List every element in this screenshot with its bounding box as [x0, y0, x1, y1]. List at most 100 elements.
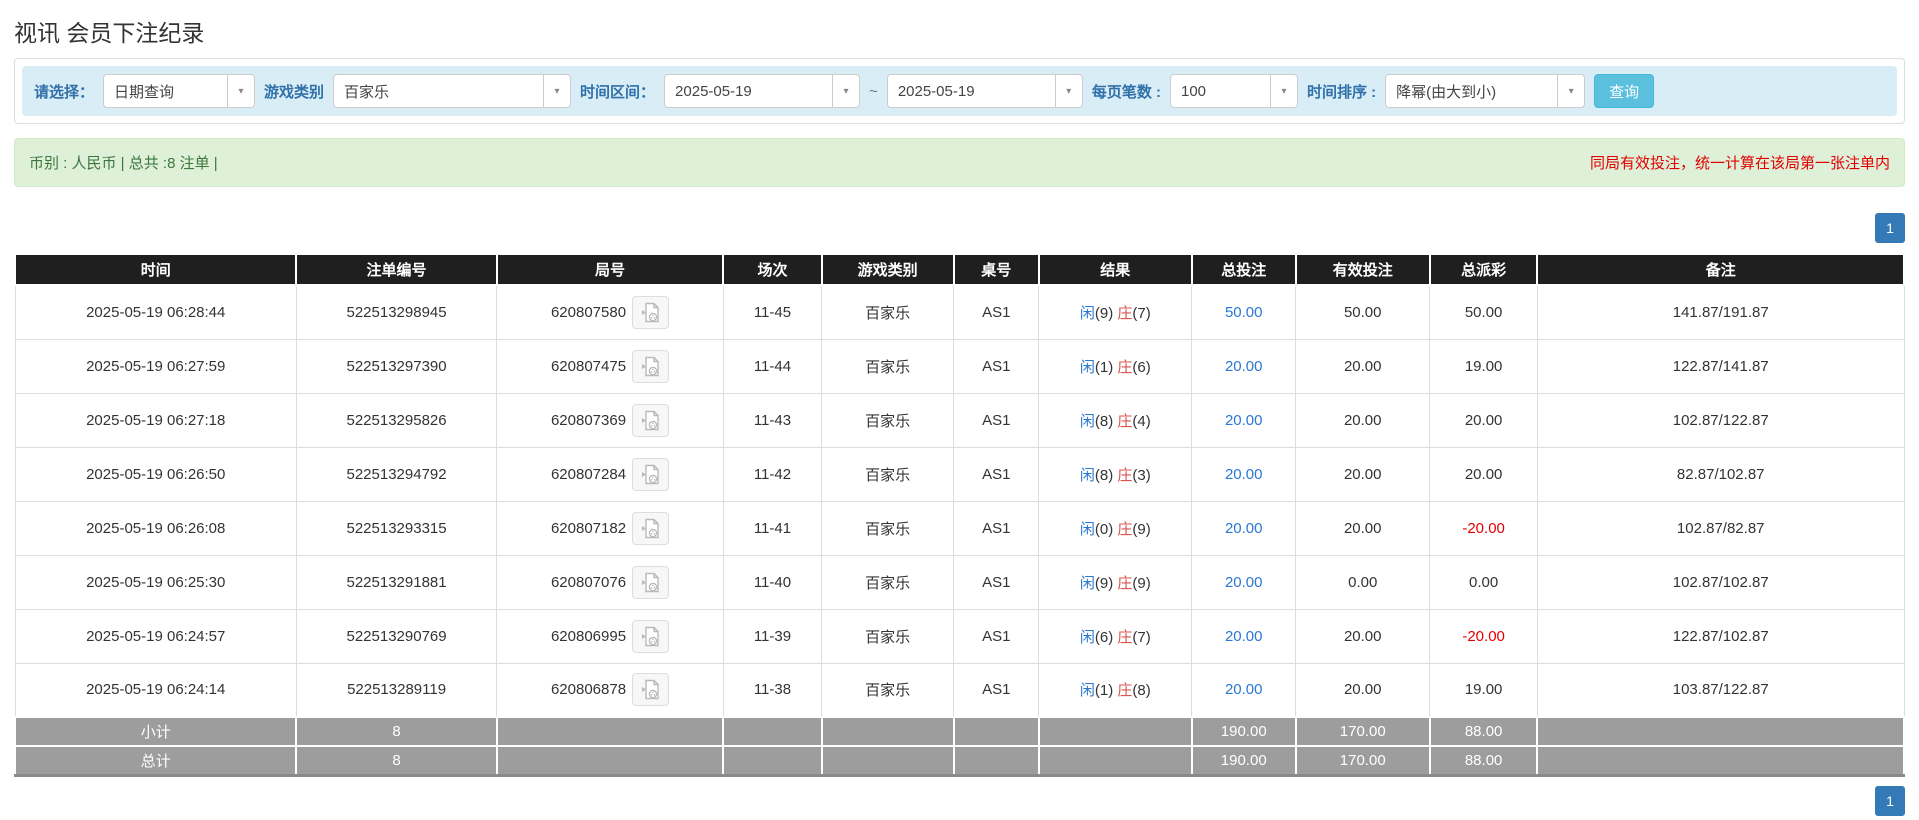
remark-cell: 103.87/122.87 [1536, 662, 1905, 718]
summary-empty-session-cell [722, 745, 823, 777]
summary-row: 总计 8 190.00 170.00 88.00 [13, 745, 1905, 777]
result-player-value: (6) [1094, 628, 1118, 646]
column-header: 有效投注 [1294, 253, 1431, 286]
page-1-button[interactable]: 1 [1875, 213, 1905, 243]
round-id-cell: 620807076 [496, 554, 724, 610]
table-number-cell: AS1 [953, 284, 1040, 340]
column-header: 游戏类别 [820, 253, 955, 286]
result-player-label: 闲 [1079, 304, 1095, 322]
page-size-select[interactable]: 100 ▾ [1169, 74, 1298, 108]
session-cell: 11-40 [722, 554, 823, 610]
chevron-down-icon: ▾ [1054, 75, 1082, 107]
round-id-cell: 620807369 [496, 392, 724, 448]
summary-payout-cell: 88.00 [1428, 745, 1539, 777]
summary-currency-count: 币别 : 人民币 | 总共 :8 注单 | [29, 155, 218, 172]
query-type-select[interactable]: 日期查询 ▾ [103, 74, 256, 108]
video-playback-button[interactable] [632, 511, 670, 545]
payout-cell: -20.00 [1429, 608, 1538, 664]
game-type-label: 游戏类别 [264, 83, 325, 101]
table-number-cell: AS1 [953, 554, 1040, 610]
page-size-value: 100 [1180, 82, 1207, 100]
result-banker-value: (4) [1132, 412, 1151, 430]
total-bet-link[interactable]: 20.00 [1225, 412, 1263, 429]
chevron-down-icon: ▾ [1557, 75, 1584, 107]
table-number-cell: AS1 [953, 608, 1040, 664]
page: 视讯 会员下注纪录 请选择： 日期查询 ▾ 游戏类别 百家乐 ▾ 时间区间： 2… [0, 0, 1919, 820]
total-bet-link[interactable]: 20.00 [1225, 574, 1263, 591]
game-type-cell: 百家乐 [821, 608, 955, 664]
summary-empty-table-cell [952, 745, 1040, 777]
video-record-icon [642, 626, 659, 646]
payout-cell: -20.00 [1429, 500, 1538, 556]
payout-cell: 0.00 [1429, 554, 1538, 610]
video-playback-button[interactable] [632, 565, 670, 599]
video-playback-button[interactable] [632, 403, 670, 437]
video-playback-button[interactable] [632, 457, 670, 491]
summary-remark-cell [1536, 716, 1905, 747]
payout-cell: 19.00 [1429, 662, 1538, 718]
summary-count-cell: 8 [295, 745, 498, 777]
total-bet-link[interactable]: 20.00 [1225, 520, 1263, 537]
game-type-select[interactable]: 百家乐 ▾ [333, 74, 572, 108]
video-playback-button[interactable] [632, 619, 670, 653]
round-id-wrap: 620807580 [497, 295, 723, 329]
result-cell: 闲(8) 庄(3) [1038, 446, 1193, 502]
valid-bet-cell: 20.00 [1295, 338, 1431, 394]
summary-empty-round-cell [495, 745, 725, 777]
total-bet-link[interactable]: 20.00 [1225, 628, 1263, 645]
table-header-row: 时间 注单编号 局号 场次 游戏类别 桌号 结果 总投注 有效投注 总派彩 备注 [13, 253, 1905, 286]
round-id-text: 620807475 [550, 357, 627, 375]
search-button[interactable]: 查询 [1594, 74, 1655, 108]
round-id-text: 620806995 [550, 627, 627, 645]
payout-cell: 19.00 [1429, 338, 1538, 394]
bet-id-cell: 522513294792 [295, 446, 498, 502]
video-playback-button[interactable] [632, 295, 670, 329]
query-type-value: 日期查询 [114, 83, 175, 101]
total-bet-link[interactable]: 20.00 [1225, 681, 1263, 698]
round-id-cell: 620807580 [496, 284, 724, 340]
page-1-button[interactable]: 1 [1875, 785, 1905, 816]
remark-cell: 82.87/102.87 [1536, 446, 1905, 502]
bet-id-cell: 522513289119 [295, 662, 498, 718]
session-cell: 11-45 [722, 284, 823, 340]
date-from-select[interactable]: 2025-05-19 ▾ [664, 74, 861, 108]
result-cell: 闲(1) 庄(8) [1038, 662, 1193, 718]
summary-count-cell: 8 [295, 716, 498, 747]
total-bet-link[interactable]: 20.00 [1225, 466, 1263, 483]
time-sort-select[interactable]: 降幂(由大到小) ▾ [1385, 74, 1586, 108]
round-id-wrap: 620806878 [497, 673, 723, 707]
chevron-down-icon: ▾ [832, 75, 859, 107]
bet-time-cell: 2025-05-19 06:26:08 [14, 500, 297, 556]
time-range-label: 时间区间： [580, 83, 656, 101]
game-type-value: 百家乐 [344, 83, 390, 101]
video-playback-button[interactable] [632, 349, 670, 383]
total-bet-link[interactable]: 20.00 [1225, 358, 1263, 375]
result-player-value: (8) [1094, 466, 1118, 484]
summary-remark-cell [1536, 745, 1905, 777]
round-id-cell: 620807284 [496, 446, 724, 502]
round-id-text: 620807369 [550, 411, 627, 429]
summary-empty-game-cell [820, 716, 955, 747]
result-player-label: 闲 [1079, 574, 1095, 592]
result-player-label: 闲 [1079, 466, 1095, 484]
filter-panel: 请选择： 日期查询 ▾ 游戏类别 百家乐 ▾ 时间区间： 2025-05-19 … [14, 58, 1905, 124]
result-banker-label: 庄 [1117, 628, 1133, 646]
round-id-cell: 620807475 [496, 338, 724, 394]
result-player-label: 闲 [1079, 520, 1095, 538]
column-header: 结果 [1037, 253, 1193, 286]
remark-cell: 102.87/82.87 [1536, 500, 1905, 556]
table-row: 2025-05-19 06:24:14 522513289119 620806878… [14, 662, 1905, 718]
total-bet-link[interactable]: 50.00 [1225, 304, 1263, 321]
date-to-select[interactable]: 2025-05-19 ▾ [886, 74, 1083, 108]
result-player-label: 闲 [1079, 412, 1095, 430]
remark-cell: 141.87/191.87 [1536, 284, 1905, 340]
summary-empty-game-cell [820, 745, 955, 777]
result-banker-value: (6) [1132, 358, 1151, 376]
result-banker-value: (7) [1132, 304, 1151, 322]
summary-total-bet-cell: 190.00 [1190, 716, 1297, 747]
video-playback-button[interactable] [632, 673, 670, 707]
summary-empty-session-cell [722, 716, 823, 747]
total-bet-cell: 20.00 [1191, 446, 1297, 502]
result-player-value: (1) [1094, 358, 1118, 376]
query-type-label: 请选择： [34, 83, 95, 101]
